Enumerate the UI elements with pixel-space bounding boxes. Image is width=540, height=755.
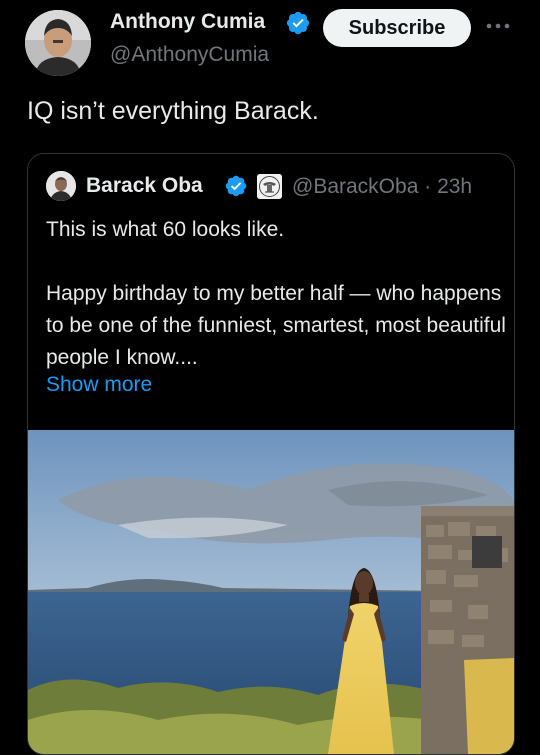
quoted-author-handle-line[interactable]: @BarackOba · 23h bbox=[292, 175, 472, 199]
author-handle[interactable]: @AnthonyCumia bbox=[110, 43, 269, 67]
quoted-tweet-paragraph2: Happy birthday to my better half — who h… bbox=[46, 282, 506, 369]
subscribe-button[interactable]: Subscribe bbox=[323, 9, 471, 47]
show-more-link[interactable]: Show more bbox=[46, 373, 152, 397]
quoted-author-avatar[interactable] bbox=[46, 171, 76, 201]
more-options-icon[interactable] bbox=[484, 16, 512, 36]
tweet-age[interactable]: 23h bbox=[437, 175, 472, 198]
quoted-tweet-card[interactable]: Barack Oba @BarackOba · 23h This is what… bbox=[27, 153, 515, 755]
verified-badge-icon bbox=[225, 175, 247, 197]
quoted-author-name[interactable]: Barack Oba bbox=[86, 174, 203, 198]
author-avatar[interactable] bbox=[25, 10, 91, 76]
government-seal-icon bbox=[257, 174, 282, 199]
quoted-tweet-body: This is what 60 looks like. Happy birthd… bbox=[46, 214, 506, 374]
verified-badge-icon bbox=[286, 11, 310, 35]
separator-dot: · bbox=[424, 175, 432, 198]
tweet-text: IQ isn’t everything Barack. bbox=[27, 97, 319, 125]
quoted-author-handle[interactable]: @BarackOba bbox=[292, 175, 418, 198]
quoted-tweet-photo[interactable] bbox=[28, 430, 514, 754]
quoted-tweet-line1: This is what 60 looks like. bbox=[46, 218, 285, 241]
author-name[interactable]: Anthony Cumia bbox=[110, 10, 284, 34]
